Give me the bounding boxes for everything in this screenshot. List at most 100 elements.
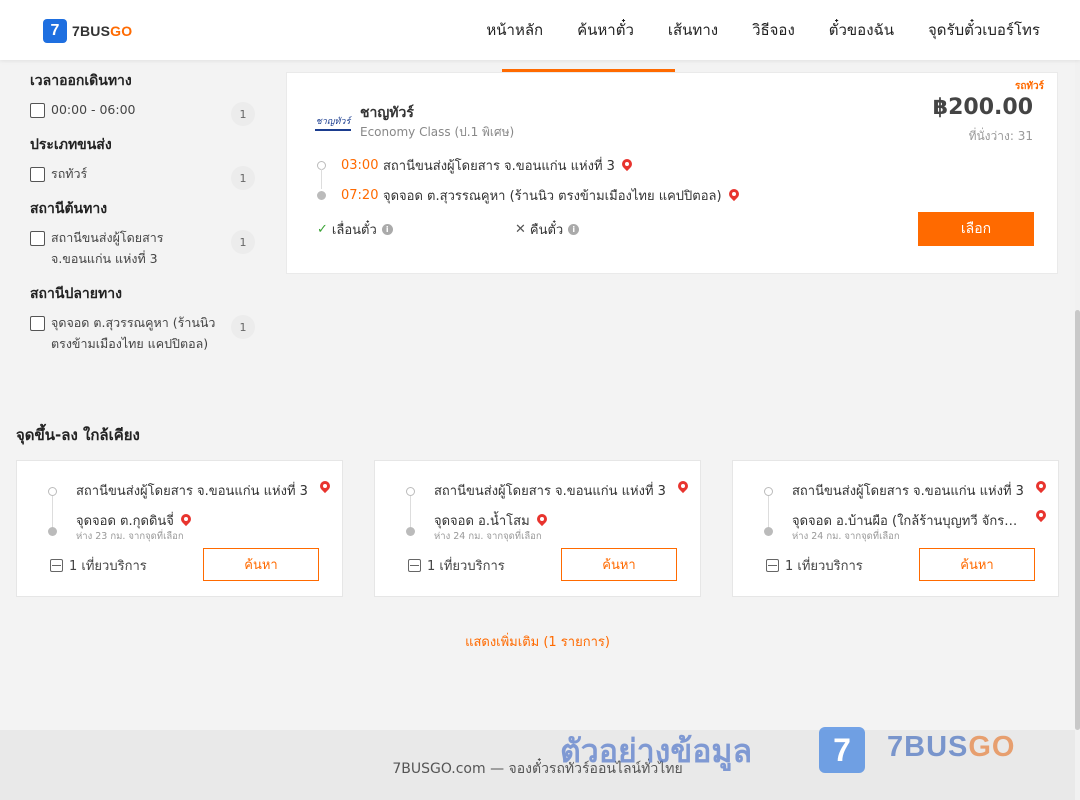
map-pin-icon[interactable] <box>728 189 740 203</box>
filter-title: สถานีต้นทาง <box>30 201 108 217</box>
filter-transport-type: ประเภทขนส่ง รถทัวร์ 1 <box>30 134 255 190</box>
filter-departure-time: เวลาออกเดินทาง 00:00 - 06:00 1 <box>30 70 255 126</box>
nearby-section-title: จุดขึ้น-ลง ใกล้เคียง <box>16 426 140 444</box>
watermark-brand: 7BUSGO <box>887 731 1015 764</box>
map-pin-icon[interactable] <box>1035 510 1047 524</box>
filter-option-label: 00:00 - 06:00 <box>51 102 136 117</box>
filter-option-label: รถทัวร์ <box>51 166 88 181</box>
nearby-from: สถานีขนส่งผู้โดยสาร จ.ขอนแก่น แห่งที่ 3 <box>792 484 1024 499</box>
top-header: 7 7BUSGO หน้าหลัก ค้นหาตั๋ว เส้นทาง วิธี… <box>0 0 1080 60</box>
nearby-card: สถานีขนส่งผู้โดยสาร จ.ขอนแก่น แห่งที่ 3 … <box>374 460 701 597</box>
departure-station: สถานีขนส่งผู้โดยสาร จ.ขอนแก่น แห่งที่ 3 <box>383 159 615 174</box>
nearby-distance: ห่าง 24 กม. จากจุดที่เลือก <box>792 531 900 542</box>
filter-count-badge: 1 <box>231 102 255 126</box>
site-logo[interactable]: 7 7BUSGO <box>43 19 132 43</box>
logo-text-b: GO <box>110 23 133 39</box>
filter-checkbox[interactable] <box>30 231 45 246</box>
filter-checkbox[interactable] <box>30 316 45 331</box>
timeline-dot-icon <box>764 527 773 536</box>
timeline-dot-icon <box>317 191 326 200</box>
arrival-stop: 07:20 จุดจอด ต.สุวรรณคูหา (ร้านนิว ตรงข้… <box>317 185 740 206</box>
nearby-to-label: จุดจอด ต.กุดดินจี่ <box>76 514 174 529</box>
trips-label: 1 เที่ยวบริการ <box>69 559 147 574</box>
timeline-line <box>52 496 53 530</box>
timeline-dot-icon <box>48 487 57 496</box>
filter-option[interactable]: จุดจอด ต.สุวรรณคูหา (ร้านนิว ตรงข้ามเมือ… <box>30 315 255 354</box>
bus-icon <box>50 559 63 572</box>
nav-ticket-pickup-phone[interactable]: จุดรับตั๋วเบอร์โทร <box>928 18 1040 42</box>
filter-count-badge: 1 <box>231 315 255 339</box>
timeline-dot-icon <box>406 487 415 496</box>
map-pin-icon[interactable] <box>677 481 689 495</box>
filter-title: สถานีปลายทาง <box>30 286 122 302</box>
nearby-to: จุดจอด อ.น้ำโสม <box>434 510 548 531</box>
filter-option[interactable]: รถทัวร์ 1 <box>30 166 255 190</box>
bus-icon <box>766 559 779 572</box>
departure-stop: 03:00 สถานีขนส่งผู้โดยสาร จ.ขอนแก่น แห่ง… <box>317 155 633 176</box>
timeline-dot-icon <box>406 527 415 536</box>
map-pin-icon[interactable] <box>536 514 548 528</box>
arrival-time: 07:20 <box>341 188 379 203</box>
watermark-brand-a: 7BUS <box>887 731 969 763</box>
filter-title: เวลาออกเดินทาง <box>30 73 132 89</box>
main-nav: หน้าหลัก ค้นหาตั๋ว เส้นทาง วิธีจอง ตั๋วข… <box>452 0 1040 60</box>
nearby-trips: 1 เที่ยวบริการ <box>766 555 863 576</box>
nearby-to-label: จุดจอด อ.บ้านผือ (ใกล้ร้านบุญทวี จักรยาน… <box>792 514 1024 529</box>
info-icon[interactable]: i <box>381 224 393 235</box>
nearby-to-label: จุดจอด อ.น้ำโสม <box>434 514 530 529</box>
filter-option[interactable]: สถานีขนส่งผู้โดยสาร จ.ขอนแก่น แห่งที่ 3 … <box>30 230 255 269</box>
refund-policy: ✕ คืนตั๋ว i <box>515 219 580 240</box>
nearby-from: สถานีขนส่งผู้โดยสาร จ.ขอนแก่น แห่งที่ 3 <box>434 484 666 499</box>
arrival-station: จุดจอด ต.สุวรรณคูหา (ร้านนิว ตรงข้ามเมือ… <box>383 189 722 204</box>
nearby-search-button[interactable]: ค้นหา <box>203 548 319 581</box>
refund-label: คืนตั๋ว <box>529 223 564 238</box>
nearby-to: จุดจอด อ.บ้านผือ (ใกล้ร้านบุญทวี จักรยาน… <box>792 510 1024 531</box>
nav-search-ticket[interactable]: ค้นหาตั๋ว <box>577 18 634 42</box>
filter-destination-station: สถานีปลายทาง จุดจอด ต.สุวรรณคูหา (ร้านนิ… <box>30 283 255 354</box>
filter-count-badge: 1 <box>231 166 255 190</box>
check-icon: ✓ <box>317 222 328 237</box>
map-pin-icon[interactable] <box>180 514 192 528</box>
nav-my-tickets[interactable]: ตั๋วของฉัน <box>829 18 894 42</box>
nearby-search-button[interactable]: ค้นหา <box>561 548 677 581</box>
filter-checkbox[interactable] <box>30 103 45 118</box>
bus-icon <box>408 559 421 572</box>
select-trip-button[interactable]: เลือก <box>918 212 1034 246</box>
nearby-search-button[interactable]: ค้นหา <box>919 548 1035 581</box>
operator-name: ชาญทัวร์ <box>360 105 414 121</box>
map-pin-icon[interactable] <box>1035 481 1047 495</box>
nearby-to: จุดจอด ต.กุดดินจี่ <box>76 510 192 531</box>
filter-option-label: สถานีขนส่งผู้โดยสาร จ.ขอนแก่น แห่งที่ 3 <box>51 230 164 266</box>
nav-routes[interactable]: เส้นทาง <box>668 18 718 42</box>
logo-badge-icon: 7 <box>43 19 67 43</box>
filter-option[interactable]: 00:00 - 06:00 1 <box>30 102 255 126</box>
nav-how-to-book[interactable]: วิธีจอง <box>752 18 795 42</box>
nearby-distance: ห่าง 23 กม. จากจุดที่เลือก <box>76 531 184 542</box>
seat-class: Economy Class (ป.1 พิเศษ) <box>360 125 515 139</box>
filter-origin-station: สถานีต้นทาง สถานีขนส่งผู้โดยสาร จ.ขอนแก่… <box>30 198 255 269</box>
trips-label: 1 เที่ยวบริการ <box>427 559 505 574</box>
operator-logo: ชาญทัวร์ <box>315 113 351 131</box>
show-more-link[interactable]: แสดงเพิ่มเติม (1 รายการ) <box>0 631 1075 652</box>
watermark-brand-b: GO <box>968 731 1016 763</box>
filter-checkbox[interactable] <box>30 167 45 182</box>
map-pin-icon[interactable] <box>621 159 633 173</box>
filter-count-badge: 1 <box>231 230 255 254</box>
trips-label: 1 เที่ยวบริการ <box>785 559 863 574</box>
nearby-card: สถานีขนส่งผู้โดยสาร จ.ขอนแก่น แห่งที่ 3 … <box>732 460 1059 597</box>
filter-option-label: จุดจอด ต.สุวรรณคูหา (ร้านนิว ตรงข้ามเมือ… <box>51 315 216 351</box>
trip-card: รถทัวร์ ชาญทัวร์ ชาญทัวร์ Economy Class … <box>286 72 1058 274</box>
nav-home[interactable]: หน้าหลัก <box>486 18 543 42</box>
filter-title: ประเภทขนส่ง <box>30 137 112 153</box>
watermark-text: ตัวอย่างข้อมูล <box>560 732 753 770</box>
info-icon[interactable]: i <box>568 224 580 235</box>
map-pin-icon[interactable] <box>319 481 331 495</box>
departure-time: 03:00 <box>341 158 379 173</box>
scrollbar-thumb[interactable] <box>1075 310 1080 730</box>
timeline-line <box>768 496 769 530</box>
timeline-line <box>410 496 411 530</box>
filter-sidebar: เวลาออกเดินทาง 00:00 - 06:00 1 ประเภทขนส… <box>30 70 255 368</box>
nearby-from: สถานีขนส่งผู้โดยสาร จ.ขอนแก่น แห่งที่ 3 <box>76 484 308 499</box>
reschedule-label: เลื่อนตั๋ว <box>331 223 377 238</box>
vehicle-type-tag: รถทัวร์ <box>1014 81 1044 92</box>
